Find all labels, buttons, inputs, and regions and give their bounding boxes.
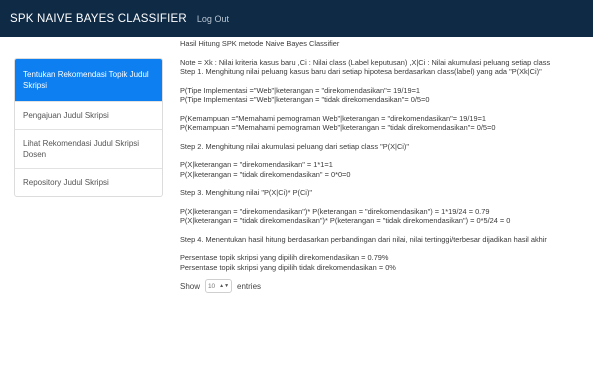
step2-title: Step 2. Menghitung nilai akumulasi pelua… <box>180 141 410 151</box>
sidebar-item-tentukan-rekomendasi[interactable]: Tentukan Rekomendasi Topik Judul Skripsi <box>15 59 162 101</box>
percentage-recommended: Persentase topik skripsi yang dipilih di… <box>180 253 389 262</box>
step1-title: Step 1. Menghitung nilai peluang kasus b… <box>180 67 542 76</box>
step1-line-4: P(Kemampuan ="Memahami pemograman Web"|k… <box>180 123 496 132</box>
sidebar-menu: Tentukan Rekomendasi Topik Judul Skripsi… <box>14 58 163 197</box>
result-heading: Hasil Hitung SPK metode Naive Bayes Clas… <box>180 39 340 48</box>
logout-link[interactable]: Log Out <box>197 14 229 24</box>
step4-title: Step 4. Menentukan hasil hitung berdasar… <box>180 234 547 244</box>
show-label: Show <box>180 281 201 291</box>
entries-select-value: 10 <box>207 282 216 290</box>
entries-label: entries <box>237 281 262 291</box>
step2-line-2: P(X|keterangan = "tidak direkomendasikan… <box>180 169 351 179</box>
step1-line-1: P(Tipe Implementasi ="Web"|keterangan = … <box>180 85 421 95</box>
sidebar-item-rekomendasi-dosen[interactable]: Lihat Rekomendasi Judul Skripsi Dosen <box>15 129 162 168</box>
step1-line-2: P(Tipe Implementasi ="Web"|keterangan = … <box>180 95 430 104</box>
entries-control: Show 10 ▲▼ entries <box>180 279 585 293</box>
step3-title: Step 3. Menghitung nilai "P(X|Ci)* P(Ci)… <box>180 188 313 197</box>
entries-select[interactable]: 10 ▲▼ <box>205 279 233 293</box>
step2-line-1: P(X|keterangan = "direkomendasikan" = 1*… <box>180 160 333 169</box>
top-navbar: SPK NAIVE BAYES CLASSIFIER Log Out <box>0 0 593 37</box>
percentage-not-recommended: Persentase topik skripsi yang dipilih ti… <box>180 262 396 272</box>
sidebar-item-repository[interactable]: Repository Judul Skripsi <box>15 168 162 196</box>
step3-line-1: P(X|keterangan = "direkomendasikan")* P(… <box>180 206 490 216</box>
step1-line-3: P(Kemampuan ="Memahami pemograman Web"|k… <box>180 113 487 123</box>
sidebar-item-pengajuan-judul[interactable]: Pengajuan Judul Skripsi <box>15 101 162 129</box>
note-text: Note = Xk : Nilai kriteria kasus baru ,C… <box>180 57 551 67</box>
step3-line-2: P(X|keterangan = "tidak direkomendasikan… <box>180 216 511 225</box>
app-brand[interactable]: SPK NAIVE BAYES CLASSIFIER <box>10 13 187 25</box>
select-arrows-icon: ▲▼ <box>219 283 230 289</box>
result-panel: Hasil Hitung SPK metode Naive Bayes Clas… <box>180 39 585 293</box>
